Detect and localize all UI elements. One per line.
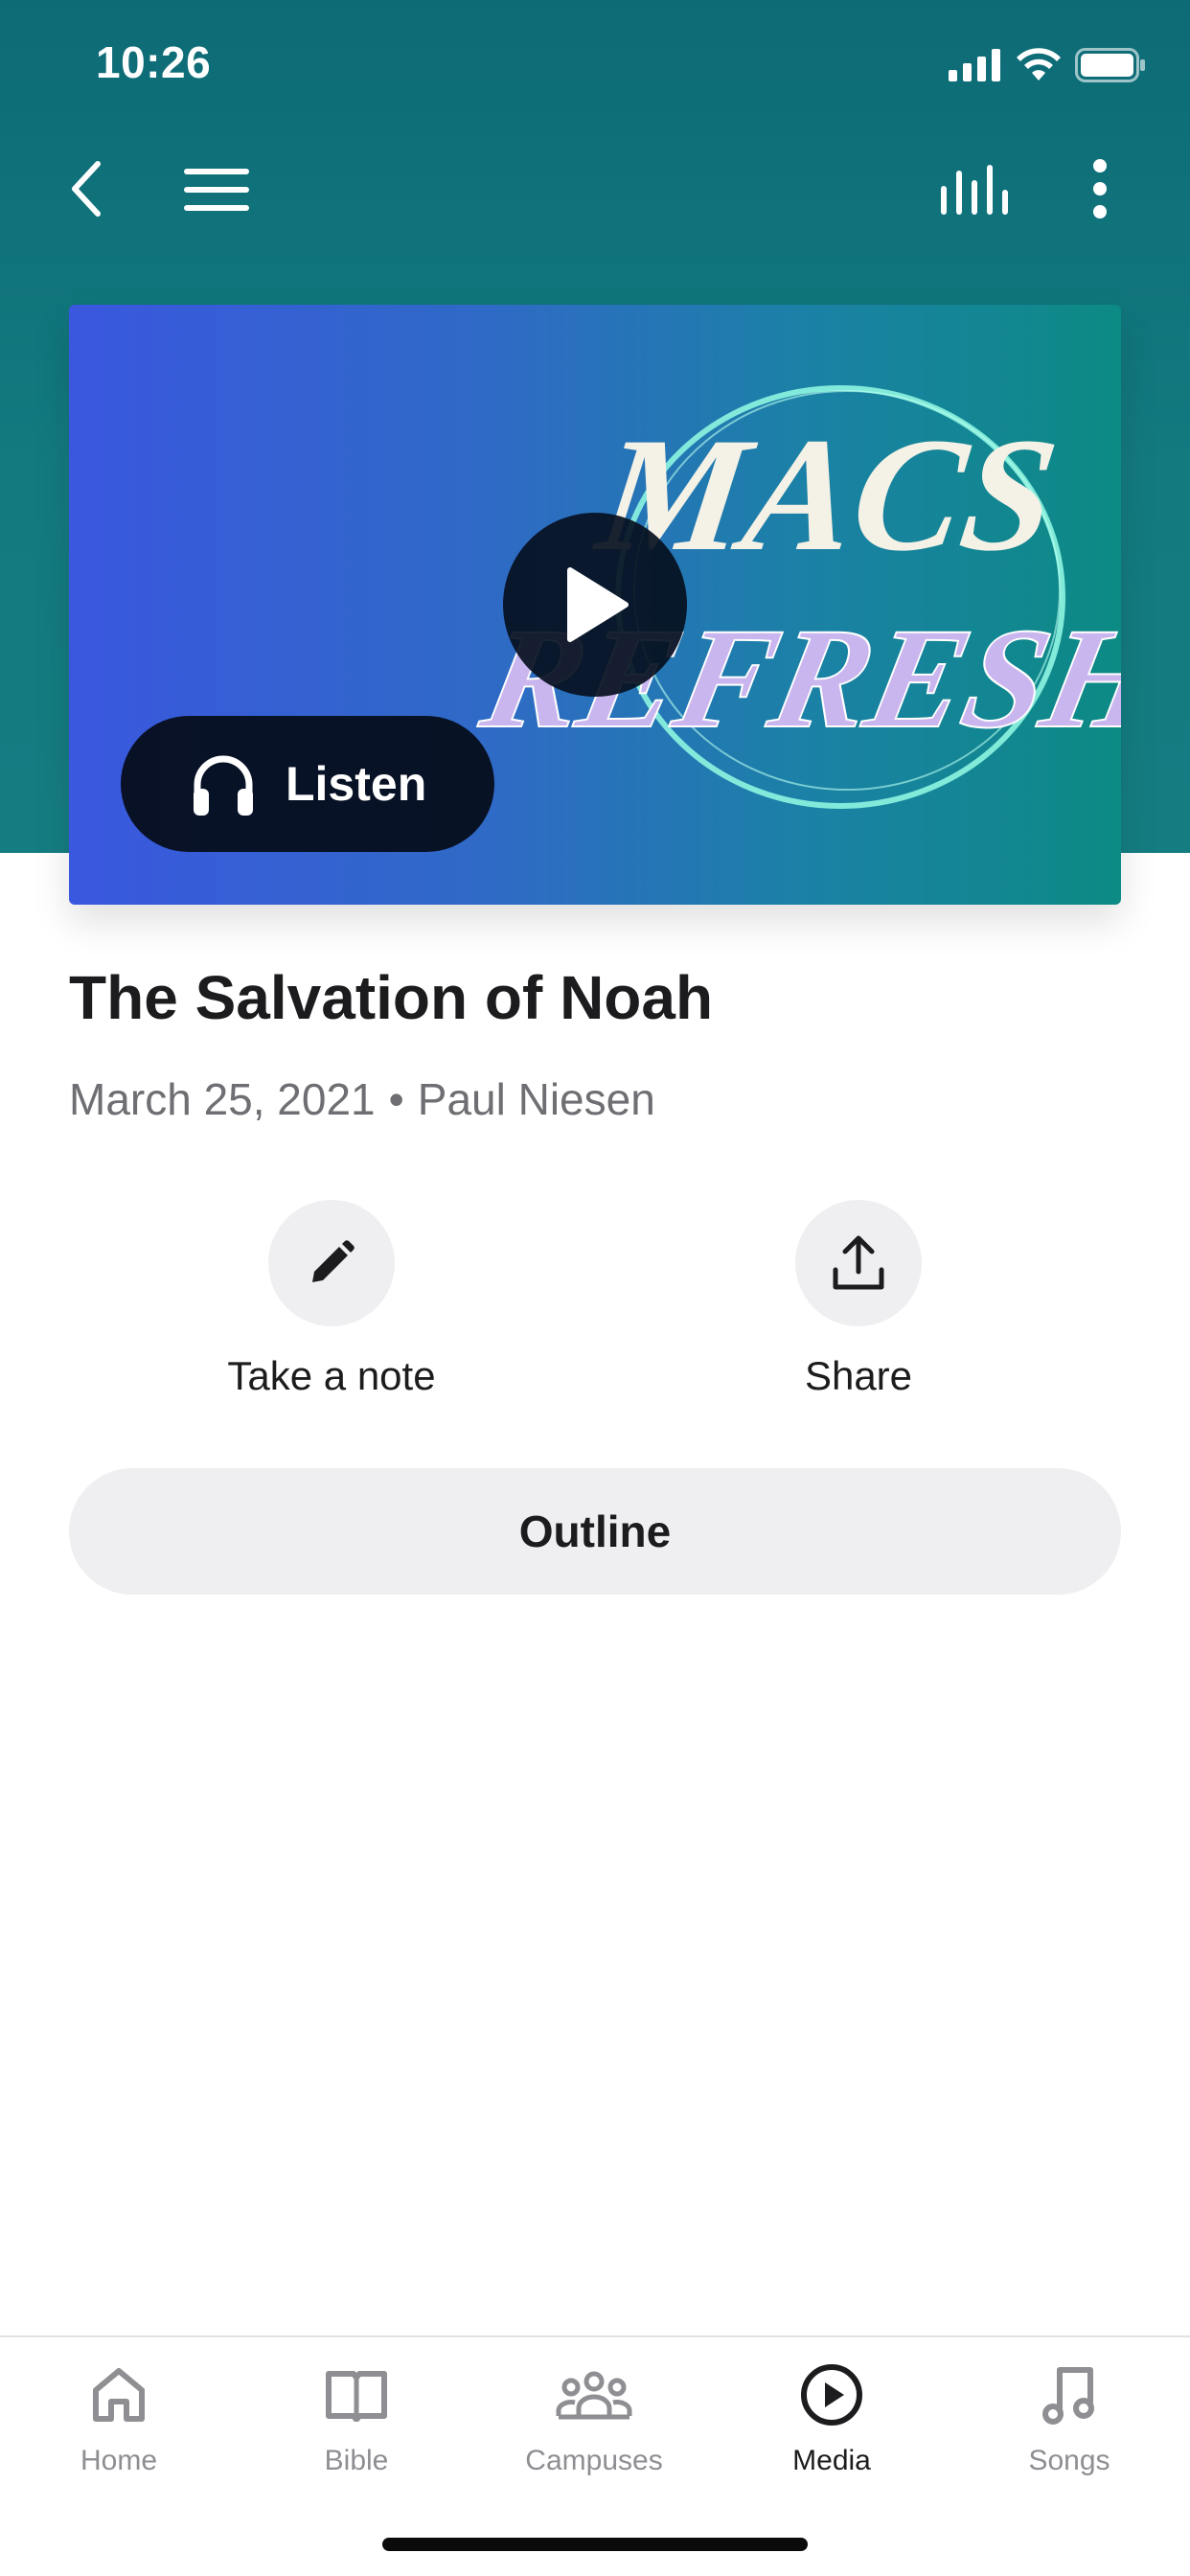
book-icon xyxy=(325,2357,388,2433)
sermon-meta: March 25, 2021 • Paul Niesen xyxy=(69,1073,655,1125)
more-options-button[interactable] xyxy=(1083,153,1117,224)
tab-home[interactable]: Home xyxy=(0,2357,238,2477)
sermon-title: The Salvation of Noah xyxy=(69,963,714,1032)
tab-campuses[interactable]: Campuses xyxy=(475,2357,713,2477)
audio-player-button[interactable] xyxy=(933,161,1014,218)
hamburger-menu-icon xyxy=(184,169,249,211)
tab-bible[interactable]: Bible xyxy=(238,2357,475,2477)
tab-home-label: Home xyxy=(80,2445,158,2476)
share-action[interactable]: Share xyxy=(686,1200,1031,1399)
play-icon xyxy=(567,567,629,642)
listen-button[interactable]: Listen xyxy=(121,716,494,852)
tab-songs-label: Songs xyxy=(1028,2445,1110,2476)
home-indicator xyxy=(382,2538,808,2551)
home-icon xyxy=(90,2357,148,2433)
chevron-left-icon xyxy=(72,161,101,217)
listen-label: Listen xyxy=(286,757,427,811)
music-note-icon xyxy=(1041,2357,1098,2433)
status-icons xyxy=(949,46,1146,84)
status-time: 10:26 xyxy=(96,37,212,87)
wifi-icon xyxy=(1017,48,1061,80)
signal-icon xyxy=(949,49,1000,81)
meta-separator: • xyxy=(388,1074,404,1124)
tab-bible-label: Bible xyxy=(324,2445,389,2476)
vertical-dots-icon xyxy=(1093,159,1107,218)
pencil-icon xyxy=(312,1240,355,1282)
play-circle-icon xyxy=(799,2357,864,2433)
take-note-button[interactable] xyxy=(268,1200,395,1326)
people-icon xyxy=(556,2357,632,2433)
share-button[interactable] xyxy=(795,1200,922,1326)
outline-button[interactable]: Outline xyxy=(69,1468,1121,1595)
tab-songs[interactable]: Songs xyxy=(950,2357,1188,2477)
share-upload-icon xyxy=(833,1235,884,1290)
audio-bars-icon xyxy=(941,165,1008,215)
headphones-icon xyxy=(190,750,257,817)
tab-campuses-label: Campuses xyxy=(525,2445,663,2476)
sermon-speaker: Paul Niesen xyxy=(417,1074,655,1124)
tab-media-label: Media xyxy=(792,2445,871,2476)
play-button[interactable] xyxy=(503,513,687,697)
tab-media[interactable]: Media xyxy=(713,2357,950,2477)
menu-button[interactable] xyxy=(178,161,255,218)
share-label: Share xyxy=(804,1353,913,1398)
take-note-label: Take a note xyxy=(227,1353,436,1398)
sermon-detail-screen: 10:26 MACS REFRESH Listen The Salvation … xyxy=(0,0,1190,2576)
take-note-action[interactable]: Take a note xyxy=(159,1200,504,1399)
back-button[interactable] xyxy=(57,153,115,224)
sermon-date: March 25, 2021 xyxy=(69,1074,376,1124)
battery-icon xyxy=(1075,48,1145,82)
